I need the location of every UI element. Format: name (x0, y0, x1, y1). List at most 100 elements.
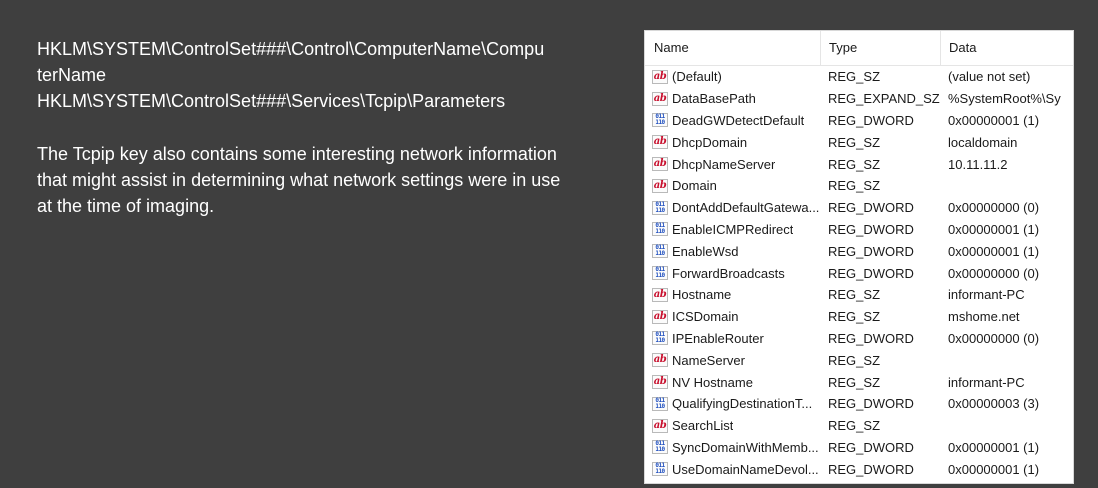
value-name: DhcpNameServer (672, 156, 776, 172)
cell-data: (value not set) (948, 69, 1031, 85)
table-row[interactable]: ab NameServer REG_SZ (645, 349, 1073, 371)
cell-name: ab (Default) (645, 69, 820, 84)
cell-type: REG_SZ (828, 156, 881, 172)
cell-data: 0x00000000 (0) (948, 265, 1040, 281)
cell-data: 0x00000001 (1) (948, 221, 1040, 237)
cell-name: 011 110 DontAddDefaultGatewa... (645, 200, 820, 215)
cell-data: 0x00000003 (3) (948, 396, 1040, 412)
binary-value-icon: 011 110 (652, 200, 668, 215)
string-value-icon: ab (652, 178, 668, 193)
cell-type: REG_DWORD (828, 243, 914, 259)
value-name: IPEnableRouter (672, 330, 764, 346)
string-value-icon: ab (652, 309, 668, 324)
value-name: DeadGWDetectDefault (672, 112, 805, 128)
cell-type: REG_DWORD (828, 265, 914, 281)
string-value-icon: ab (652, 287, 668, 302)
table-row[interactable]: 011 110 EnableICMPRedirect REG_DWORD 0x00000… (645, 219, 1073, 241)
binary-value-icon: 011 110 (652, 440, 668, 455)
cell-name: 011 110 UseDomainNameDevol... (645, 462, 820, 477)
slide-text: HKLM\SYSTEM\ControlSet###\Control\Comput… (37, 36, 612, 219)
table-row[interactable]: ab NV Hostname REG_SZ informant-PC (645, 371, 1073, 393)
value-name: Hostname (672, 287, 732, 303)
string-value-icon: ab (652, 69, 668, 84)
cell-name: ab DhcpDomain (645, 135, 820, 150)
cell-name: 011 110 SyncDomainWithMemb... (645, 440, 820, 455)
table-row[interactable]: 011 110 ForwardBroadcasts REG_DWORD 0x000000… (645, 262, 1073, 284)
cell-type: REG_SZ (828, 134, 881, 150)
table-row[interactable]: 011 110 SyncDomainWithMemb... REG_DWORD 0x00… (645, 437, 1073, 459)
registry-path-tcpip: HKLM\SYSTEM\ControlSet###\Services\Tcpip… (37, 91, 506, 111)
string-value-icon: ab (652, 91, 668, 106)
table-row[interactable]: ab DataBasePath REG_EXPAND_SZ %SystemRoot%\… (645, 88, 1073, 110)
registry-values-list[interactable]: Name Type Data ab (Default) REG_SZ (value n… (644, 30, 1074, 484)
cell-name: 011 110 EnableWsd (645, 244, 820, 259)
cell-data: localdomain (948, 134, 1018, 150)
cell-name: 011 110 IPEnableRouter (645, 331, 820, 346)
cell-name: 011 110 EnableICMPRedirect (645, 222, 820, 237)
table-row[interactable]: ab (Default) REG_SZ (value not set) (645, 66, 1073, 88)
cell-name: ab DataBasePath (645, 91, 820, 106)
table-row[interactable]: 011 110 DeadGWDetectDefault REG_DWORD 0x0000… (645, 110, 1073, 132)
table-row[interactable]: 011 110 QualifyingDestinationT... REG_DWORD… (645, 393, 1073, 415)
table-row[interactable]: ab ICSDomain REG_SZ mshome.net (645, 306, 1073, 328)
cell-data: %SystemRoot%\Sy (948, 91, 1061, 107)
cell-name: ab NameServer (645, 353, 820, 368)
cell-data: 0x00000001 (1) (948, 243, 1040, 259)
registry-rows: ab (Default) REG_SZ (value not set) ab DataBa… (645, 66, 1073, 480)
cell-name: ab NV Hostname (645, 375, 820, 390)
cell-type: REG_EXPAND_SZ (828, 91, 940, 107)
cell-data: 0x00000001 (1) (948, 461, 1040, 477)
table-row[interactable]: ab Domain REG_SZ (645, 175, 1073, 197)
cell-type: REG_DWORD (828, 221, 914, 237)
cell-name: 011 110 QualifyingDestinationT... (645, 396, 820, 411)
binary-value-icon: 011 110 (652, 331, 668, 346)
table-row[interactable]: 011 110 EnableWsd REG_DWORD 0x00000001 (1) (645, 240, 1073, 262)
cell-data: 10.11.11.2 (948, 156, 1008, 172)
table-row[interactable]: ab Hostname REG_SZ informant-PC (645, 284, 1073, 306)
cell-type: REG_DWORD (828, 200, 914, 216)
cell-data: 0x00000000 (0) (948, 330, 1040, 346)
binary-value-icon: 011 110 (652, 113, 668, 128)
cell-data: 0x00000000 (0) (948, 200, 1040, 216)
value-name: ICSDomain (672, 309, 739, 325)
table-row[interactable]: ab DhcpNameServer REG_SZ 10.11.11.2 (645, 153, 1073, 175)
cell-type: REG_DWORD (828, 461, 914, 477)
column-header-data[interactable]: Data (940, 31, 1073, 65)
value-name: SearchList (672, 418, 734, 434)
registry-path-computername: HKLM\SYSTEM\ControlSet###\Control\Comput… (37, 39, 545, 59)
string-value-icon: ab (652, 353, 668, 368)
table-row[interactable]: 011 110 UseDomainNameDevol... REG_DWORD 0x00… (645, 458, 1073, 480)
value-name: NameServer (672, 352, 745, 368)
value-name: Domain (672, 178, 717, 194)
cell-type: REG_SZ (828, 69, 881, 85)
cell-name: ab SearchList (645, 418, 820, 433)
binary-value-icon: 011 110 (652, 244, 668, 259)
registry-path-computername-cont: terName (37, 65, 107, 85)
table-row[interactable]: ab SearchList REG_SZ (645, 415, 1073, 437)
list-header: Name Type Data (645, 31, 1073, 66)
cell-name: 011 110 ForwardBroadcasts (645, 266, 820, 281)
cell-type: REG_DWORD (828, 112, 914, 128)
cell-type: REG_DWORD (828, 330, 914, 346)
cell-name: 011 110 DeadGWDetectDefault (645, 113, 820, 128)
binary-value-icon: 011 110 (652, 222, 668, 237)
string-value-icon: ab (652, 418, 668, 433)
cell-data: 0x00000001 (1) (948, 439, 1040, 455)
cell-type: REG_SZ (828, 418, 881, 434)
cell-name: ab Domain (645, 178, 820, 193)
value-name: DhcpDomain (672, 134, 748, 150)
value-name: DontAddDefaultGatewa... (672, 200, 820, 216)
cell-type: REG_SZ (828, 287, 881, 303)
table-row[interactable]: 011 110 IPEnableRouter REG_DWORD 0x00000000 … (645, 328, 1073, 350)
string-value-icon: ab (652, 375, 668, 390)
cell-name: ab ICSDomain (645, 309, 820, 324)
cell-data: informant-PC (948, 374, 1025, 390)
value-name: (Default) (672, 69, 722, 85)
table-row[interactable]: 011 110 DontAddDefaultGatewa... REG_DWORD 0x… (645, 197, 1073, 219)
cell-type: REG_DWORD (828, 439, 914, 455)
table-row[interactable]: ab DhcpDomain REG_SZ localdomain (645, 131, 1073, 153)
column-header-name[interactable]: Name (645, 31, 820, 65)
cell-type: REG_SZ (828, 352, 881, 368)
value-name: NV Hostname (672, 374, 753, 390)
column-header-type[interactable]: Type (820, 31, 940, 65)
